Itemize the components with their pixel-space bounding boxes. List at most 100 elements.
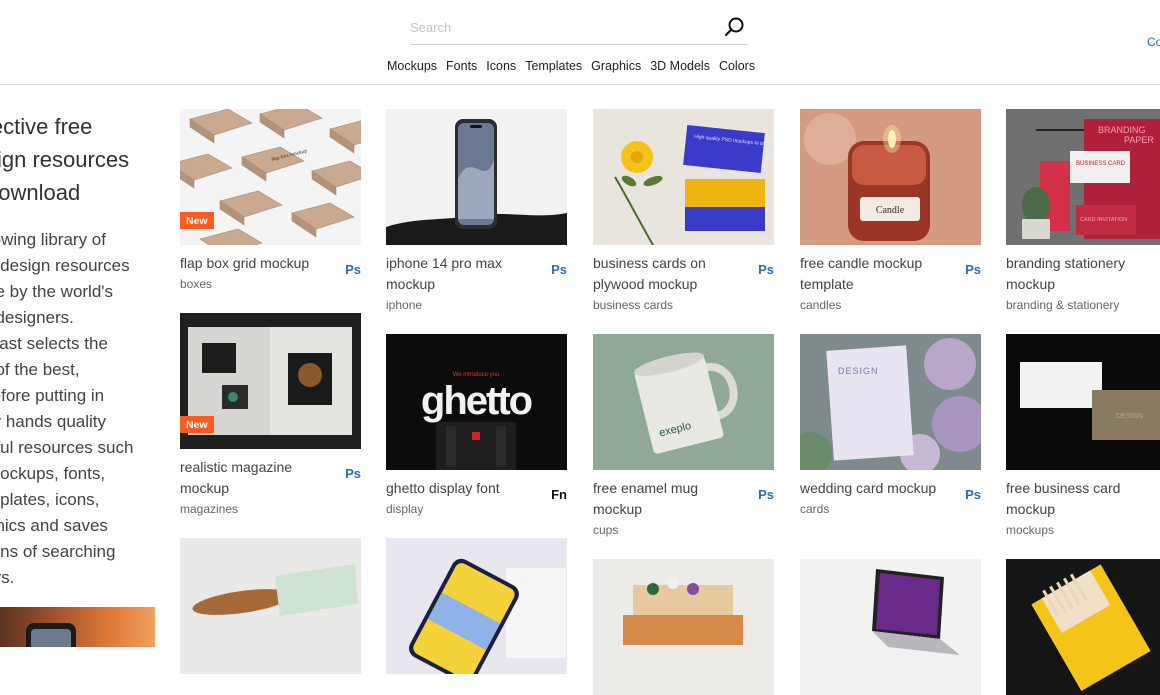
format-badge-ps: Ps [345,262,361,277]
card-thumbnail[interactable]: New [180,313,361,449]
resource-card [1006,559,1160,695]
card-title[interactable]: wedding card mockup Ps [800,478,981,502]
card-tag[interactable]: display [386,502,567,516]
resource-card: New realistic magazine mockup Ps magazin… [180,313,361,516]
card-title[interactable]: free business card mockup Ps [1006,478,1160,520]
top-header: Mockups Fonts Icons Templates Graphics 3… [0,0,1160,85]
svg-text:CARD INVITATION: CARD INVITATION [1080,217,1127,223]
search-bar [410,10,748,45]
branding-stationery-image: BRANDING PAPER BUSINESS CARD CARD INVITA… [1006,109,1160,245]
svg-text:We introduce you: We introduce you [453,372,500,378]
card-title[interactable]: realistic magazine mockup Ps [180,457,361,499]
nav-colors[interactable]: Colors [719,59,755,73]
card-title[interactable]: business cards on plywood mockup Ps [593,253,774,295]
resource-card [180,538,361,674]
card-thumbnail[interactable]: We introduce you ghetto [386,334,567,470]
card-title[interactable]: flap box grid mockup Ps [180,253,361,277]
resource-card: High quality PSD mockups to showcase you… [593,109,774,312]
card-thumbnail[interactable]: BRANDING PAPER BUSINESS CARD CARD INVITA… [1006,109,1160,245]
header-right-link[interactable]: Co [1147,35,1160,49]
phone-design-image [408,558,566,674]
nav-icons[interactable]: Icons [486,59,516,73]
card-thumbnail[interactable]: DESIGN [1006,334,1160,470]
svg-text:Candle: Candle [876,205,905,216]
resource-card: BRANDING PAPER BUSINESS CARD CARD INVITA… [1006,109,1160,312]
svg-text:BRANDING: BRANDING [1098,125,1146,135]
card-thumbnail[interactable] [180,538,361,674]
card-tag[interactable]: business cards [593,298,774,312]
business-card-image: DESIGN [1020,362,1160,440]
card-thumbnail[interactable]: flap box mockup New [180,109,361,245]
business-cards-plywood-image: High quality PSD mockups to showcase you… [614,125,774,245]
laptop-image [872,569,960,655]
enamel-mug-image: exeplo [633,352,738,454]
intro-section: lective free sign resources download row… [0,110,156,591]
card-thumbnail[interactable] [1006,559,1160,695]
card-title[interactable]: branding stationery mockup Ps [1006,253,1160,295]
resource-card: Candle free candle mockup template Ps ca… [800,109,981,312]
card-thumbnail[interactable]: High quality PSD mockups to showcase you… [593,109,774,245]
format-badge-ps: Ps [758,487,774,502]
ghetto-font-image: We introduce you ghetto [421,372,534,470]
svg-text:BUSINESS CARD: BUSINESS CARD [1076,161,1126,167]
iphone-image [386,119,567,245]
format-badge-ps: Ps [965,262,981,277]
search-icon [724,17,744,37]
card-tag[interactable]: candles [800,298,981,312]
format-badge-ps: Ps [345,466,361,481]
card-thumbnail[interactable] [800,559,981,695]
intro-description: rowing library of e design resources de … [0,230,134,587]
card-title[interactable]: free enamel mug mockup Ps [593,478,774,520]
card-thumbnail[interactable] [593,559,774,695]
new-badge: New [180,212,214,229]
search-button[interactable] [722,14,748,40]
candle-image: Candle [800,109,981,245]
phone-in-hand-image [26,623,76,647]
card-thumbnail[interactable]: exeplo [593,334,774,470]
nav-mockups[interactable]: Mockups [387,59,437,73]
card-tag[interactable]: boxes [180,277,361,291]
format-badge-ps: Ps [965,487,981,502]
resource-card: exeplo free enamel mug mockup Ps cups [593,334,774,537]
resource-card [800,559,981,695]
resource-card: flap box mockup New flap box grid mockup… [180,109,361,291]
card-title[interactable]: free candle mockup template Ps [800,253,981,295]
nav-graphics[interactable]: Graphics [591,59,641,73]
card-tag[interactable]: branding & stationery [1006,298,1160,312]
card-thumbnail[interactable]: DESIGN [800,334,981,470]
nav-templates[interactable]: Templates [525,59,582,73]
nav-fonts[interactable]: Fonts [446,59,477,73]
resource-card [386,538,567,674]
card-title[interactable]: ghetto display font Fn [386,478,567,502]
resource-card: We introduce you ghetto ghetto display f… [386,334,567,516]
card-thumbnail[interactable] [386,109,567,245]
format-badge-ps: Ps [551,262,567,277]
search-input[interactable] [410,16,710,38]
intro-title: lective free sign resources download [0,114,130,205]
format-badge-fn: Fn [551,487,567,502]
card-tag[interactable]: mockups [1006,523,1160,537]
svg-text:DESIGN: DESIGN [1116,413,1143,420]
resource-card: iphone 14 pro max mockup Ps iphone [386,109,567,312]
category-nav: Mockups Fonts Icons Templates Graphics 3… [387,59,755,73]
nav-3d-models[interactable]: 3D Models [650,59,710,73]
intro-promo-image[interactable] [0,607,155,647]
card-tag[interactable]: cards [800,502,981,516]
new-badge: New [180,416,214,433]
matchbox-image [1031,564,1151,691]
card-title[interactable]: iphone 14 pro max mockup Ps [386,253,567,295]
card-tag[interactable]: cups [593,523,774,537]
card-tag[interactable]: iphone [386,298,567,312]
card-thumbnail[interactable] [386,538,567,674]
format-badge-ps: Ps [758,262,774,277]
card-tag[interactable]: magazines [180,502,361,516]
packaging-stack-image [623,577,743,645]
resource-card [593,559,774,695]
baguette-bag-image [192,564,358,616]
resource-card: DESIGN wedding card mockup Ps cards [800,334,981,516]
svg-text:PAPER: PAPER [1124,135,1154,145]
wedding-card-image: DESIGN [800,338,981,470]
svg-text:DESIGN: DESIGN [838,366,879,376]
svg-text:ghetto: ghetto [421,379,532,423]
card-thumbnail[interactable]: Candle [800,109,981,245]
